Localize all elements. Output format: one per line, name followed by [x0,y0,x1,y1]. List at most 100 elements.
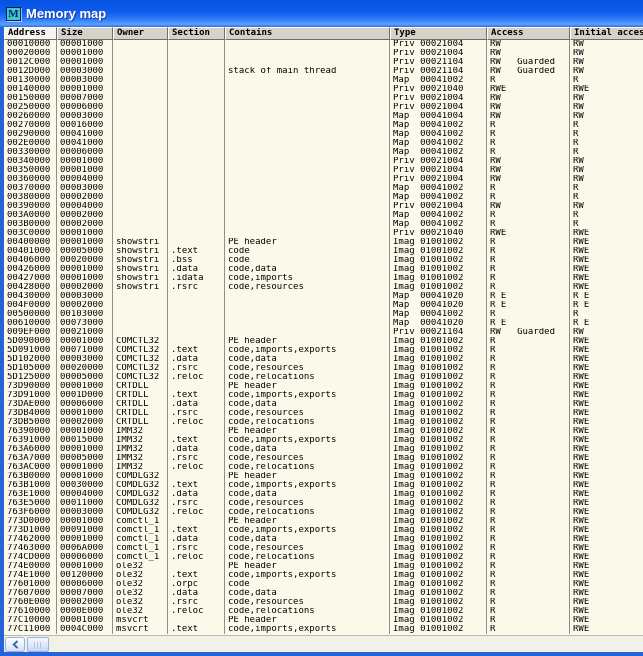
table-row[interactable]: 0050000000103000Map 00041002RR [4,310,643,319]
cell-size: 00004000 [57,175,113,184]
table-row[interactable]: 009EF00000021000Priv 00021104RW GuardedR… [4,328,643,337]
table-row[interactable]: 73DB400000001000CRTDLL.rsrccode,resource… [4,409,643,418]
table-row[interactable]: 0027000000016000Map 00041002RR [4,121,643,130]
table-row[interactable]: 0015000000007000Priv 00021004RWRW [4,94,643,103]
table-row[interactable]: 774E000000001000ole32PE headerImag 01001… [4,562,643,571]
table-row[interactable]: 763A600000001000IMM32.datacode,dataImag … [4,445,643,454]
table-row[interactable]: 002E000000041000Map 00041002RR [4,139,643,148]
table-row[interactable]: 0040100000005000showstri.textcodeImag 01… [4,247,643,256]
table-row[interactable]: 0012D00000003000stack of main threadPriv… [4,67,643,76]
table-row[interactable]: 763F600000003000COMDLG32.reloccode,reloc… [4,508,643,517]
table-row[interactable]: 0042600000001000showstri.datacode,dataIm… [4,265,643,274]
table-row[interactable]: 5D09100000071000COMCTL32.textcode,import… [4,346,643,355]
table-row[interactable]: 7760E00000002000ole32.rsrccode,resources… [4,598,643,607]
table-row[interactable]: 0043000000003000Map 00041020R ER E [4,292,643,301]
table-row[interactable]: 7760100000006000ole32.orpccodeImag 01001… [4,580,643,589]
table-row[interactable]: 0040000000001000showstriPE headerImag 01… [4,238,643,247]
table-row[interactable]: 73D9000000001000CRTDLLPE headerImag 0100… [4,382,643,391]
table-row[interactable]: 5D12500000005000COMCTL32.reloccode,reloc… [4,373,643,382]
table-row[interactable]: 0034000000001000Priv 00021004RWRW [4,157,643,166]
cell-owner: comctl_1 [113,526,168,535]
table-row[interactable]: 5D09000000001000COMCTL32PE headerImag 01… [4,337,643,346]
scrollbar-thumb[interactable] [27,637,49,652]
cell-type: Imag 01001002 [390,499,487,508]
table-row[interactable]: 0001000000001000Priv 00021004RWRW [4,40,643,49]
table-row[interactable]: 0014000000001000Priv 00021040RWERWE [4,85,643,94]
table-row[interactable]: 0037000000003000Map 00041002RR [4,184,643,193]
table-row[interactable]: 73DAE00000006000CRTDLL.datacode,dataImag… [4,400,643,409]
column-header-section[interactable]: Section [168,27,225,40]
table-row[interactable]: 73D910000001D000CRTDLL.textcode,imports,… [4,391,643,400]
table-row[interactable]: 7746200000001000comctl_1.datacode,dataIm… [4,535,643,544]
table-row[interactable]: 763A700000005000IMM32.rsrccode,resources… [4,454,643,463]
cell-access: R [487,625,570,634]
cell-size: 00073000 [57,319,113,328]
cell-size: 00001000 [57,382,113,391]
table-row[interactable]: 0036000000004000Priv 00021004RWRW [4,175,643,184]
column-header-type[interactable]: Type [390,27,487,40]
table-row[interactable]: 773D000000001000comctl_1PE headerImag 01… [4,517,643,526]
column-header-owner[interactable]: Owner [113,27,168,40]
table-row[interactable]: 73DB500000002000CRTDLL.reloccode,relocat… [4,418,643,427]
table-row[interactable]: 0026000000003000Map 00041004RWRW [4,112,643,121]
column-header-address[interactable]: Address [4,27,57,40]
titlebar[interactable]: M Memory map [0,0,643,27]
table-row[interactable]: 774CD00000006000comctl_1.reloccode,reloc… [4,553,643,562]
cell-size: 00001000 [57,616,113,625]
table-row[interactable]: 763B100000030000COMDLG32.textcode,import… [4,481,643,490]
cell-initial_access: RWE [570,85,643,94]
table-row[interactable]: 77C110000004C000msvcrt.textcode,imports,… [4,625,643,634]
horizontal-scrollbar[interactable] [4,635,643,652]
table-row[interactable]: 0039000000004000Priv 00021004RWRW [4,202,643,211]
cell-contains: PE header [225,337,390,346]
table-row[interactable]: 7639100000015000IMM32.textcode,imports,e… [4,436,643,445]
cell-contains: code [225,256,390,265]
cell-initial_access: RWE [570,544,643,553]
cell-contains: code [225,247,390,256]
cell-address: 003C0000 [4,229,57,238]
table-row[interactable]: 0040600000020000showstri.bsscodeImag 010… [4,256,643,265]
cell-access: R [487,310,570,319]
table-row[interactable]: 003A000000002000Map 00041002RR [4,211,643,220]
table-row[interactable]: 0033000000006000Map 00041002RR [4,148,643,157]
table-row[interactable]: 0038000000002000Map 00041002RR [4,193,643,202]
table-row[interactable]: 0012C00000001000Priv 00021104RW GuardedR… [4,58,643,67]
table-row[interactable]: 773D100000091000comctl_1.textcode,import… [4,526,643,535]
table-row[interactable]: 0002000000001000Priv 00021004RWRW [4,49,643,58]
table-row[interactable]: 774E100000120000ole32.textcode,imports,e… [4,571,643,580]
column-header-access[interactable]: Access [487,27,570,40]
table-row[interactable]: 0042700000001000showstri.idatacode,impor… [4,274,643,283]
memory-map-icon[interactable]: M [6,7,21,21]
table-row[interactable]: 776100000000E000ole32.reloccode,relocati… [4,607,643,616]
table-row[interactable]: 004F000000002000Map 00041020R ER E [4,301,643,310]
scroll-left-button[interactable] [5,637,25,652]
table-row[interactable]: 003B000000002000Map 00041002RR [4,220,643,229]
table-row[interactable]: 763E100000004000COMDLG32.datacode,dataIm… [4,490,643,499]
table-row[interactable]: 7639000000001000IMM32PE headerImag 01001… [4,427,643,436]
column-header-contains[interactable]: Contains [225,27,390,40]
cell-section: .rsrc [168,544,225,553]
column-header-initial_access[interactable]: Initial access [570,27,643,40]
table-row[interactable]: 5D10200000003000COMCTL32.datacode,dataIm… [4,355,643,364]
table-row[interactable]: 77C1000000001000msvcrtPE headerImag 0100… [4,616,643,625]
column-header-size[interactable]: Size [57,27,113,40]
table-row[interactable]: 0042800000002000showstri.rsrccode,resour… [4,283,643,292]
table-row[interactable]: 0013000000003000Map 00041002RR [4,76,643,85]
table-row[interactable]: 7760700000007000ole32.datacode,dataImag … [4,589,643,598]
table-row[interactable]: 0061000000073000Map 00041020R ER E [4,319,643,328]
table-row[interactable]: 763AC00000001000IMM32.reloccode,relocati… [4,463,643,472]
table-row[interactable]: 0035000000001000Priv 00021004RWRW [4,166,643,175]
table-row[interactable]: 0029000000041000Map 00041002RR [4,130,643,139]
table-row[interactable]: 0025000000006000Priv 00021004RWRW [4,103,643,112]
cell-initial_access: RWE [570,355,643,364]
table-row[interactable]: 5D10500000020000COMCTL32.rsrccode,resour… [4,364,643,373]
cell-initial_access: R [570,193,643,202]
table-row[interactable]: 003C000000001000Priv 00021040RWERWE [4,229,643,238]
cell-section [168,67,225,76]
table-row[interactable]: 763B000000001000COMDLG32PE headerImag 01… [4,472,643,481]
cell-access: R [487,517,570,526]
cell-initial_access: RWE [570,391,643,400]
cell-owner: IMM32 [113,454,168,463]
table-row[interactable]: 763E500000011000COMDLG32.rsrccode,resour… [4,499,643,508]
table-row[interactable]: 774630000006A000comctl_1.rsrccode,resour… [4,544,643,553]
